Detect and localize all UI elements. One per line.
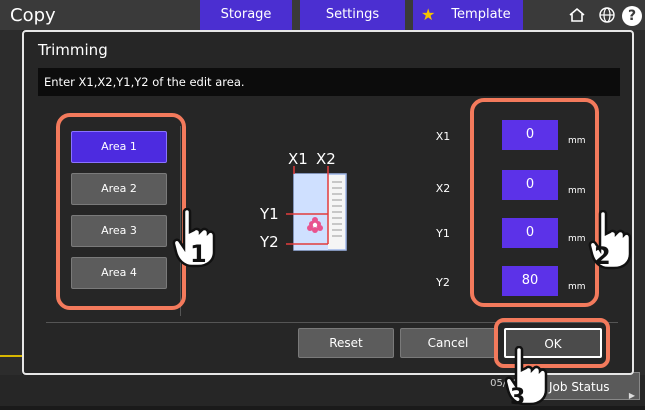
label-x2: X2 [435,182,451,195]
highlight-coordinate-fields [470,98,599,307]
label-x1: X1 [435,130,451,143]
tab-settings[interactable]: Settings [300,0,405,30]
label-y2: Y2 [436,276,450,289]
document-icon [293,173,347,251]
top-bar: Copy Storage Settings ★ Template ? [0,0,645,30]
label-y1: Y1 [436,227,450,240]
diagram-label-y2: Y2 [259,233,279,251]
tab-template-label: Template [451,7,511,22]
hand-pointer-icon-2: 2 [588,210,632,270]
diagram-label-x2: X2 [316,150,336,168]
diagram-label-x1: X1 [288,150,308,168]
callout-number-1: 1 [190,240,207,268]
job-status-button[interactable]: Job Status ▶ [538,372,640,400]
trimming-diagram: X1 X2 Y1 Y2 [259,150,347,251]
diagram-label-y1: Y1 [259,205,279,223]
job-status-label: Job Status [549,380,610,394]
hand-pointer-icon-1: 1 [172,208,216,268]
callout-number-2: 2 [594,242,611,270]
instruction-bar: Enter X1,X2,Y1,Y2 of the edit area. [38,68,620,96]
app-title: Copy [10,5,56,26]
tab-storage[interactable]: Storage [200,0,292,30]
dialog-title: Trimming [38,41,108,59]
highlight-area-buttons [56,113,186,310]
home-icon[interactable] [567,6,587,26]
hand-pointer-icon-3: 3 [504,346,548,406]
reset-button[interactable]: Reset [298,328,394,358]
cancel-button[interactable]: Cancel [400,328,496,358]
help-icon[interactable]: ? [622,6,642,26]
star-icon: ★ [421,5,436,24]
tab-template[interactable]: ★ Template [413,0,523,30]
globe-icon[interactable] [597,6,617,26]
background-panel-left [0,30,22,375]
callout-number-3: 3 [510,385,525,406]
